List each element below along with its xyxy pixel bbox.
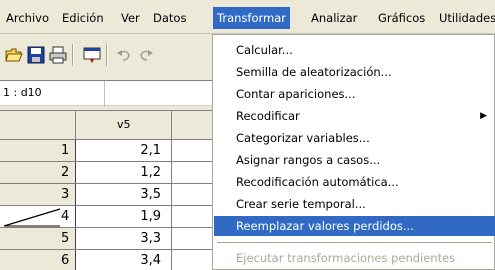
cell-editor-bar: 1 : d10: [0, 80, 214, 107]
table-row: 3 3,5: [0, 183, 214, 206]
menu-utilidades[interactable]: Utilidades: [437, 9, 495, 27]
menu-item-categorizar[interactable]: Categorizar variables...: [214, 128, 495, 148]
row-number[interactable]: 4: [0, 205, 77, 228]
save-icon[interactable]: [26, 45, 46, 65]
toolbar-separator: [106, 44, 108, 66]
submenu-arrow-icon: ▶: [480, 111, 487, 121]
column-header-v5[interactable]: v5: [75, 111, 173, 140]
toolbar-separator: [72, 44, 74, 66]
cell-editor-divider: [104, 81, 105, 107]
open-icon[interactable]: [4, 45, 24, 65]
menu-item-semilla[interactable]: Semilla de aleatorización...: [214, 62, 495, 82]
data-cell[interactable]: [171, 161, 214, 184]
menu-bar: Archivo Edición Ver Datos Transformar An…: [0, 0, 495, 34]
menu-transformar[interactable]: Transformar: [213, 7, 290, 29]
menu-item-reemplazar-perdidos[interactable]: Reemplazar valores perdidos...: [214, 216, 495, 236]
row-number[interactable]: 5: [0, 227, 77, 250]
cell-reference[interactable]: 1 : d10: [3, 86, 42, 99]
menu-item-contar[interactable]: Contar apariciones...: [214, 84, 495, 104]
data-cell[interactable]: [171, 205, 214, 228]
menu-item-calcular[interactable]: Calcular...: [214, 40, 495, 60]
data-cell[interactable]: [171, 249, 214, 270]
menu-archivo[interactable]: Archivo: [4, 9, 51, 27]
data-cell[interactable]: 2,1: [75, 139, 173, 162]
row-number[interactable]: 1: [0, 139, 77, 162]
data-cell[interactable]: 1,9: [75, 205, 173, 228]
menu-graficos[interactable]: Gráficos: [376, 9, 427, 27]
menu-ver[interactable]: Ver: [119, 9, 142, 27]
menu-item-asignar-rangos[interactable]: Asignar rangos a casos...: [214, 150, 495, 170]
menu-item-label: Recodificar: [236, 109, 300, 123]
undo-icon[interactable]: [114, 45, 134, 65]
data-grid: v5 1 2,1 2 1,2 3 3,5 4 1,9 5 3,3 6 3,4: [0, 110, 214, 270]
toolbar: [0, 35, 214, 77]
table-row: 4 1,9: [0, 205, 214, 228]
grid-corner[interactable]: [0, 111, 77, 140]
redo-icon[interactable]: [136, 45, 156, 65]
data-cell[interactable]: 1,2: [75, 161, 173, 184]
data-cell[interactable]: [171, 139, 214, 162]
menu-datos[interactable]: Datos: [151, 9, 188, 27]
menu-item-recodificacion-auto[interactable]: Recodificación automática...: [214, 172, 495, 192]
transformar-dropdown-menu: Calcular... Semilla de aleatorización...…: [212, 34, 495, 270]
table-row: 6 3,4: [0, 249, 214, 270]
dialog-recall-icon[interactable]: [82, 45, 102, 65]
data-cell[interactable]: 3,3: [75, 227, 173, 250]
menu-separator: [217, 242, 492, 243]
data-cell[interactable]: [171, 227, 214, 250]
table-row: 1 2,1: [0, 139, 214, 162]
table-row: 5 3,3: [0, 227, 214, 250]
menu-edicion[interactable]: Edición: [60, 9, 106, 27]
data-cell[interactable]: 3,5: [75, 183, 173, 206]
column-header-next[interactable]: [171, 111, 214, 140]
print-icon[interactable]: [48, 45, 68, 65]
row-number[interactable]: 2: [0, 161, 77, 184]
menu-item-recodificar[interactable]: Recodificar ▶: [214, 106, 495, 126]
row-number[interactable]: 6: [0, 249, 77, 270]
menu-item-serie-temporal[interactable]: Crear serie temporal...: [214, 194, 495, 214]
row-number[interactable]: 3: [0, 183, 77, 206]
data-cell[interactable]: 3,4: [75, 249, 173, 270]
data-cell[interactable]: [171, 183, 214, 206]
menu-analizar[interactable]: Analizar: [309, 9, 359, 27]
table-row: 2 1,2: [0, 161, 214, 184]
menu-item-ejecutar-pendientes: Ejecutar transformaciones pendientes: [236, 251, 456, 265]
